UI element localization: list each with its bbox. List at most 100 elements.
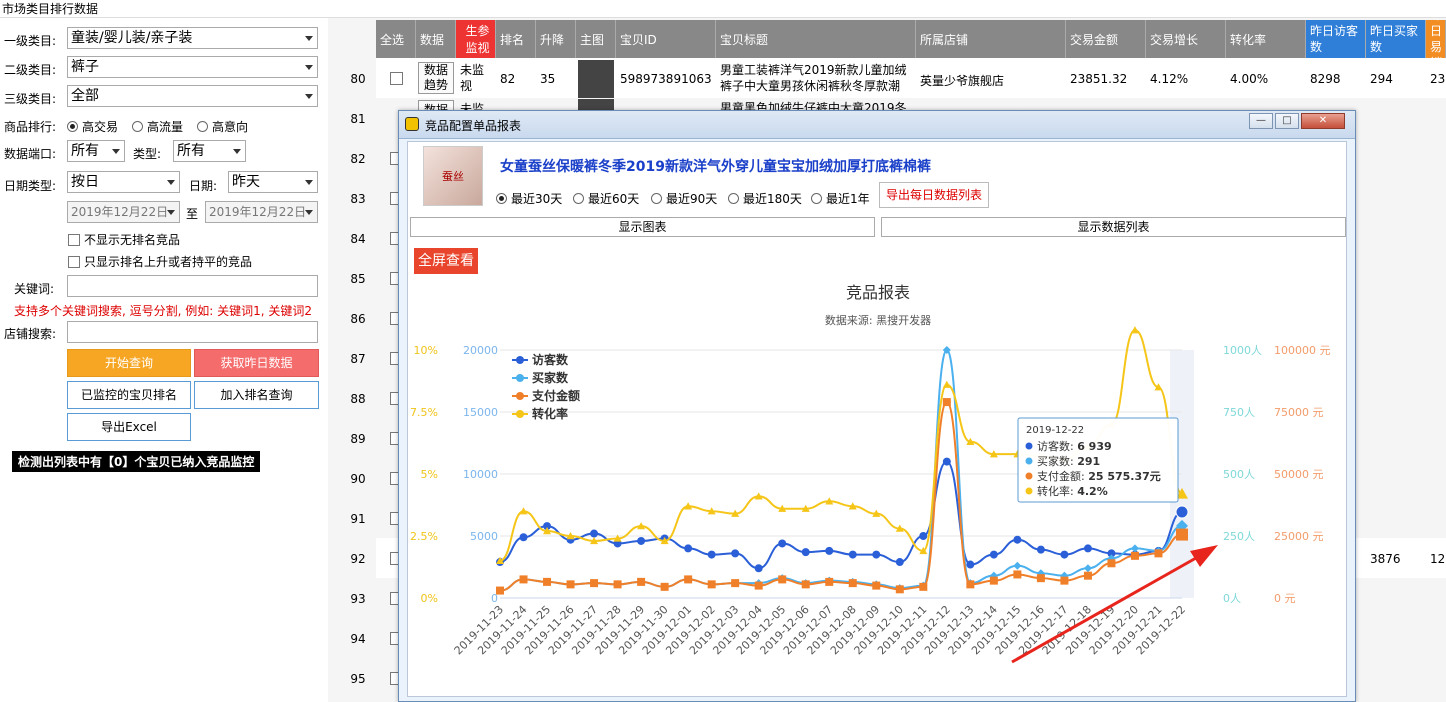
data-point xyxy=(801,548,810,557)
col-select-all[interactable]: 全选 xyxy=(376,20,416,58)
col-title[interactable]: 宝贝标题 xyxy=(716,20,916,58)
export-excel-button[interactable]: 导出Excel xyxy=(67,413,191,441)
item-title[interactable]: 男童工装裤洋气2019新款儿童加绒裤子中大童男孩休闲裤秋冬厚款潮 xyxy=(720,62,914,94)
type-select[interactable]: 所有 xyxy=(173,140,246,162)
date-select[interactable]: 昨天 xyxy=(228,171,318,193)
row-number: 85 xyxy=(350,272,366,286)
date-from-picker[interactable]: 2019年12月22日 xyxy=(67,201,180,223)
item-thumbnail[interactable] xyxy=(578,60,614,98)
dialog-titlebar[interactable]: 竞品配置单品报表 — □ ✕ xyxy=(399,111,1355,139)
rank-radio-intent[interactable]: 高意向 xyxy=(197,118,248,135)
only-rising-checkbox[interactable]: 只显示排名上升或者持平的竞品 xyxy=(68,253,252,270)
data-point xyxy=(848,579,857,588)
data-point xyxy=(660,582,669,591)
col-item-id[interactable]: 宝贝ID xyxy=(616,20,716,58)
cat3-select[interactable]: 全部 xyxy=(67,85,318,107)
data-point xyxy=(1176,528,1188,541)
data-point xyxy=(989,550,998,559)
period-1y[interactable]: 最近1年 xyxy=(811,190,870,207)
keyword-label: 关键词: xyxy=(14,282,55,296)
cat3-label: 三级类目: xyxy=(4,92,57,106)
hide-unranked-checkbox[interactable]: 不显示无排名竞品 xyxy=(68,231,180,248)
monitored-ranking-button[interactable]: 已监控的宝贝排名 xyxy=(67,381,191,409)
data-point xyxy=(825,546,834,555)
cat2-select[interactable]: 裤子 xyxy=(67,56,318,78)
datetype-label: 日期类型: xyxy=(4,179,57,193)
row-number: 91 xyxy=(350,512,366,526)
y-tick-label-conv: 5% xyxy=(421,468,438,481)
col-last[interactable]: 昨日易销 xyxy=(1426,20,1446,58)
tooltip-marker xyxy=(1025,472,1033,480)
data-point xyxy=(942,457,951,466)
show-list-button[interactable]: 显示数据列表 xyxy=(881,217,1346,237)
col-amount[interactable]: 交易金额 xyxy=(1066,20,1146,58)
row-checkbox[interactable] xyxy=(390,72,403,85)
data-point xyxy=(684,544,693,553)
rank-radio-traffic[interactable]: 高流量 xyxy=(132,118,183,135)
data-point xyxy=(731,579,740,588)
col-buyers[interactable]: 昨日买家数 xyxy=(1366,20,1426,58)
legend-label: 买家数 xyxy=(532,370,569,385)
col-conversion[interactable]: 转化率 xyxy=(1226,20,1306,58)
buyers-value: 294 xyxy=(1370,72,1393,86)
col-rank[interactable]: 排名 xyxy=(496,20,536,58)
fetch-yesterday-button[interactable]: 获取昨日数据 xyxy=(194,349,319,377)
data-point xyxy=(731,549,740,558)
data-point xyxy=(1175,505,1189,519)
port-select[interactable]: 所有 xyxy=(67,140,125,162)
row-number: 89 xyxy=(350,432,366,446)
date-separator: 至 xyxy=(186,207,199,221)
rank-value: 82 xyxy=(500,72,516,86)
conversion-value: 4.00% xyxy=(1230,72,1269,86)
col-shop[interactable]: 所属店铺 xyxy=(916,20,1066,58)
product-thumbnail[interactable]: 蚕丝 xyxy=(423,146,483,206)
data-point xyxy=(825,577,834,586)
datetype-select[interactable]: 按日 xyxy=(67,171,180,193)
minimize-icon[interactable]: — xyxy=(1249,113,1273,129)
cat1-select[interactable]: 童装/婴儿装/亲子装 xyxy=(67,27,318,49)
item-id[interactable]: 598973891063 xyxy=(620,72,712,86)
data-point xyxy=(1036,574,1045,583)
keyword-input[interactable] xyxy=(67,275,318,297)
fullscreen-button[interactable]: 全屏查看 xyxy=(414,248,478,274)
period-60d[interactable]: 最近60天 xyxy=(573,190,639,207)
shop-search-input[interactable] xyxy=(67,321,318,343)
legend-label: 访客数 xyxy=(532,352,569,367)
product-report-dialog: 竞品配置单品报表 — □ ✕ 蚕丝 女童蚕丝保暖裤冬季2019新款洋气外穿儿童宝… xyxy=(398,110,1356,702)
period-90d[interactable]: 最近90天 xyxy=(651,190,717,207)
show-chart-button[interactable]: 显示图表 xyxy=(410,217,875,237)
shop-name[interactable]: 英量少爷旗舰店 xyxy=(920,72,1004,89)
maximize-icon[interactable]: □ xyxy=(1275,113,1299,129)
row-number: 88 xyxy=(350,392,366,406)
data-point xyxy=(1083,564,1092,573)
col-growth[interactable]: 交易增长 xyxy=(1146,20,1226,58)
y-tick-label-conv: 2.5% xyxy=(410,530,438,543)
port-label: 数据端口: xyxy=(4,147,57,161)
tooltip-line: 买家数: 291 xyxy=(1037,454,1100,468)
period-180d[interactable]: 最近180天 xyxy=(728,190,802,207)
chart-title: 竞品报表 xyxy=(846,283,910,302)
col-change[interactable]: 升降 xyxy=(536,20,576,58)
period-30d[interactable]: 最近30天 xyxy=(496,190,562,207)
chevron-down-icon xyxy=(112,149,120,154)
data-point xyxy=(637,536,646,545)
add-ranking-button[interactable]: 加入排名查询 xyxy=(194,381,319,409)
export-daily-button[interactable]: 导出每日数据列表 xyxy=(879,182,989,208)
close-icon[interactable]: ✕ xyxy=(1301,113,1345,129)
data-trend-button[interactable]: 数据趋势 xyxy=(418,62,454,94)
data-point xyxy=(519,575,528,584)
data-point xyxy=(989,576,998,585)
date-to-picker[interactable]: 2019年12月22日 xyxy=(205,201,318,223)
rank-radio-trade[interactable]: 高交易 xyxy=(67,118,118,135)
start-query-button[interactable]: 开始查询 xyxy=(67,349,191,377)
y-tick-label-buyers: 0人 xyxy=(1223,592,1241,605)
data-point xyxy=(778,539,787,548)
app-icon xyxy=(405,117,419,131)
col-visitors[interactable]: 昨日访客数 xyxy=(1306,20,1366,58)
data-point xyxy=(1107,559,1116,568)
data-point xyxy=(1130,551,1139,560)
y-tick-label-visitors: 15000 xyxy=(463,406,498,419)
data-point xyxy=(1013,561,1022,570)
tooltip-date: 2019-12-22 xyxy=(1026,425,1084,436)
row-number: 92 xyxy=(350,552,366,566)
